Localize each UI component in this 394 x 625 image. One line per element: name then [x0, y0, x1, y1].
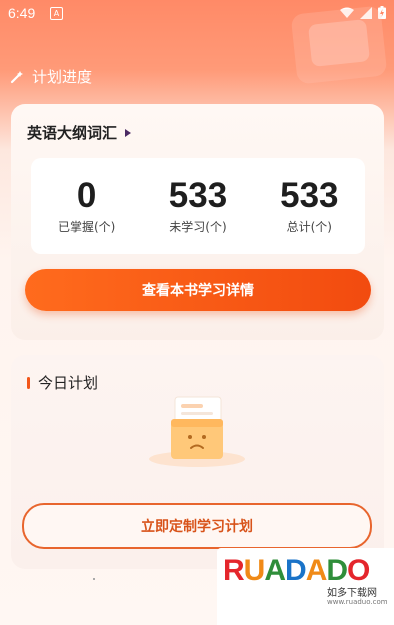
stat-label: 已掌握(个): [57, 220, 116, 234]
stat-value: 0: [76, 176, 97, 215]
watermark-logo: RUADADO 如多下载网 www.ruaduo.com: [217, 548, 394, 625]
stat-mastered: 0 已掌握(个): [31, 158, 142, 254]
edit-wand-icon: [10, 70, 23, 83]
stat-value: 533: [280, 176, 339, 215]
stat-unlearned: 533 未学习(个): [142, 158, 253, 254]
empty-box-illustration: [149, 396, 245, 467]
accent-bar: [27, 376, 30, 389]
watermark-subtitle: 如多下载网: [327, 588, 377, 599]
view-book-details-button[interactable]: 查看本书学习详情: [25, 269, 371, 311]
watermark-brand: RUADADO: [223, 554, 370, 587]
stat-label: 总计(个): [286, 220, 332, 234]
header-decoration-inner: [307, 19, 371, 67]
section-title-text: 计划进度: [32, 68, 93, 86]
dot: [93, 578, 95, 580]
stats-panel: 0 已掌握(个) 533 未学习(个) 533 总计(个): [31, 158, 365, 254]
plan-progress-title: 计划进度: [10, 66, 92, 87]
stat-total: 533 总计(个): [254, 158, 365, 254]
stat-label: 未学习(个): [169, 220, 227, 234]
notification-icon: A: [50, 7, 63, 20]
plan-title: 今日计划: [38, 374, 99, 392]
triangle-right-icon: [125, 128, 132, 137]
status-time: 6:49: [8, 5, 36, 21]
plan-header: 今日计划: [27, 372, 98, 393]
book-selector[interactable]: 英语大纲词汇: [27, 122, 132, 143]
book-card: 英语大纲词汇 0 已掌握(个) 533 未学习(个) 533 总计(个) 查看本…: [11, 104, 384, 340]
stat-value: 533: [168, 176, 228, 215]
book-title: 英语大纲词汇: [27, 124, 118, 142]
watermark-url: www.ruaduo.com: [327, 598, 388, 606]
today-plan-card: 今日计划 立即定制学习计划: [11, 355, 384, 569]
create-study-plan-button[interactable]: 立即定制学习计划: [22, 503, 372, 549]
